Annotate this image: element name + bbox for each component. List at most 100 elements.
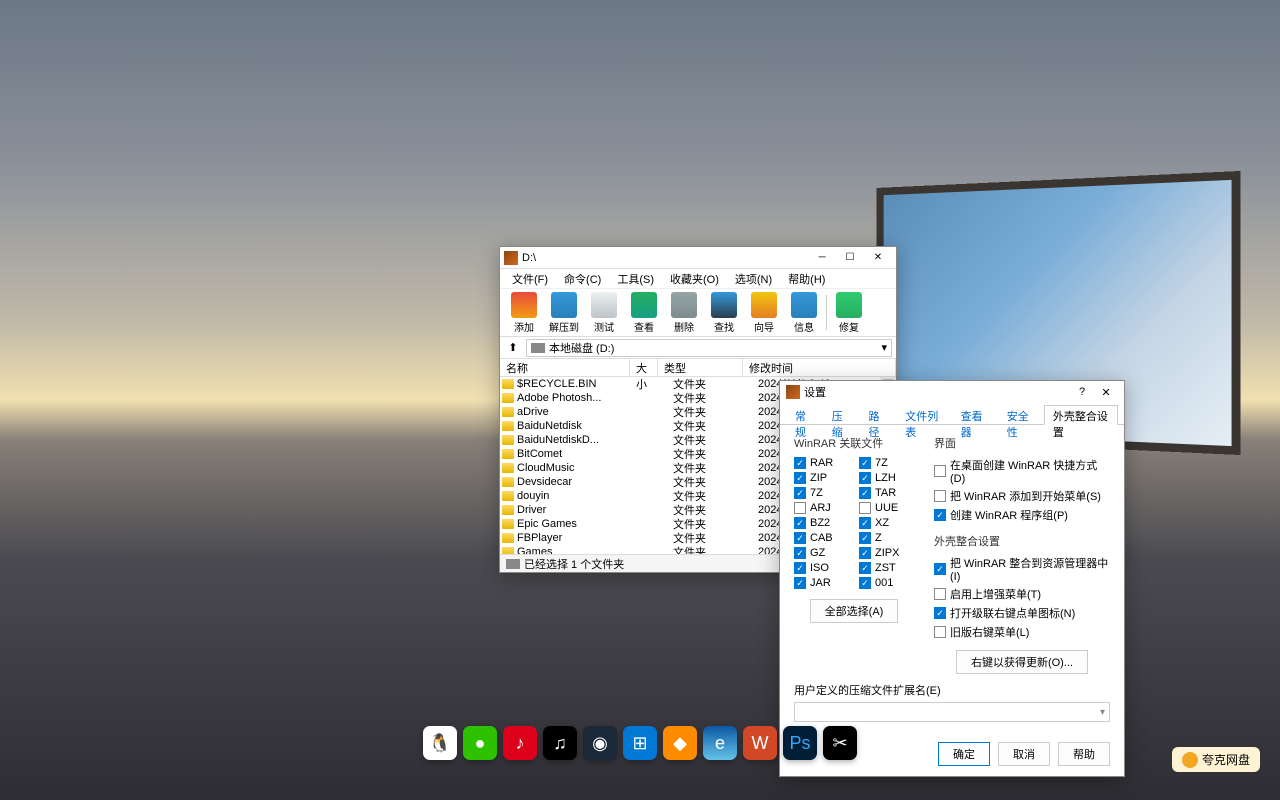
tool-解压到[interactable]: 解压到	[544, 291, 584, 334]
checkbox-CAB[interactable]: ✓CAB	[794, 532, 849, 544]
checkbox-BZ2[interactable]: ✓BZ2	[794, 517, 849, 529]
tool-向导[interactable]: 向导	[744, 291, 784, 334]
checkbox-box: ✓	[934, 607, 946, 619]
tool-label: 信息	[794, 319, 814, 334]
checkbox-label: XZ	[875, 517, 889, 529]
checkbox-label: ZIPX	[875, 547, 899, 559]
col-size[interactable]: 大小	[630, 359, 658, 376]
file-name: aDrive	[517, 406, 645, 418]
tab-3[interactable]: 文件列表	[896, 405, 951, 424]
checkbox-label: BZ2	[810, 517, 830, 529]
taskbar-app[interactable]: ●	[463, 726, 497, 760]
checkbox-TAR[interactable]: ✓TAR	[859, 487, 914, 499]
group-shell-label: 外壳整合设置	[934, 533, 1110, 549]
settings-close-button[interactable]: ✕	[1094, 386, 1118, 399]
select-all-button[interactable]: 全部选择(A)	[810, 599, 899, 623]
desktop-cloud-label[interactable]: 夸克网盘	[1172, 747, 1260, 772]
checkbox-Z[interactable]: ✓Z	[859, 532, 914, 544]
help-button-footer[interactable]: 帮助	[1058, 742, 1110, 766]
settings-titlebar[interactable]: 设置 ? ✕	[780, 381, 1124, 403]
checkbox-ISO[interactable]: ✓ISO	[794, 562, 849, 574]
checkbox-box: ✓	[794, 562, 806, 574]
tool-label: 解压到	[549, 319, 579, 334]
menu-item[interactable]: 命令(C)	[556, 269, 609, 288]
menu-item[interactable]: 文件(F)	[504, 269, 556, 288]
col-name[interactable]: 名称	[500, 359, 630, 376]
file-list-header[interactable]: 名称 大小 类型 修改时间	[500, 359, 896, 377]
tool-查看[interactable]: 查看	[624, 291, 664, 334]
folder-icon	[502, 519, 514, 529]
menu-item[interactable]: 选项(N)	[727, 269, 780, 288]
checkbox-把 WinRAR 添加到开始菜单(S)[interactable]: 把 WinRAR 添加到开始菜单(S)	[934, 488, 1110, 504]
tab-1[interactable]: 压缩	[823, 405, 860, 424]
tab-5[interactable]: 安全性	[998, 405, 1044, 424]
checkbox-box	[934, 626, 946, 638]
taskbar-app[interactable]: 🐧	[423, 726, 457, 760]
tool-信息[interactable]: 信息	[784, 291, 824, 334]
checkbox-label: 7Z	[810, 487, 823, 499]
tool-删除[interactable]: 删除	[664, 291, 704, 334]
checkbox-ZIP[interactable]: ✓ZIP	[794, 472, 849, 484]
checkbox-在桌面创建 WinRAR 快捷方式(D)[interactable]: 在桌面创建 WinRAR 快捷方式(D)	[934, 457, 1110, 485]
ok-button[interactable]: 确定	[938, 742, 990, 766]
menu-item[interactable]: 收藏夹(O)	[662, 269, 727, 288]
col-type[interactable]: 类型	[658, 359, 743, 376]
checkbox-ARJ[interactable]: ARJ	[794, 502, 849, 514]
checkbox-box: ✓	[859, 457, 871, 469]
context-button[interactable]: 右键以获得更新(O)...	[956, 650, 1088, 674]
minimize-button[interactable]: ─	[808, 248, 836, 268]
up-button[interactable]: ⬆	[504, 339, 522, 357]
checkbox-label: 7Z	[875, 457, 888, 469]
tab-6[interactable]: 外壳整合设置	[1044, 405, 1118, 425]
taskbar-app[interactable]: ◉	[583, 726, 617, 760]
tool-查找[interactable]: 查找	[704, 291, 744, 334]
cancel-button[interactable]: 取消	[998, 742, 1050, 766]
tool-测试[interactable]: 测试	[584, 291, 624, 334]
checkbox-旧版右键菜单(L)[interactable]: 旧版右键菜单(L)	[934, 624, 1110, 640]
checkbox-ZST[interactable]: ✓ZST	[859, 562, 914, 574]
checkbox-把 WinRAR 整合到资源管理器中(I)[interactable]: ✓把 WinRAR 整合到资源管理器中(I)	[934, 555, 1110, 583]
col-date[interactable]: 修改时间	[743, 359, 896, 376]
taskbar-app[interactable]: ♪	[503, 726, 537, 760]
checkbox-RAR[interactable]: ✓RAR	[794, 457, 849, 469]
checkbox-7Z[interactable]: ✓7Z	[794, 487, 849, 499]
tool-label: 测试	[594, 319, 614, 334]
taskbar-app[interactable]: e	[703, 726, 737, 760]
checkbox-UUE[interactable]: UUE	[859, 502, 914, 514]
group-assoc-label: WinRAR 关联文件	[794, 435, 914, 451]
help-button[interactable]: ?	[1070, 386, 1094, 398]
tab-4[interactable]: 查看器	[952, 405, 998, 424]
checkbox-001[interactable]: ✓001	[859, 577, 914, 589]
taskbar-app[interactable]: ◆	[663, 726, 697, 760]
tool-修复[interactable]: 修复	[829, 291, 869, 334]
menu-item[interactable]: 帮助(H)	[780, 269, 833, 288]
checkbox-box	[859, 502, 871, 514]
menu-item[interactable]: 工具(S)	[609, 269, 662, 288]
taskbar-app[interactable]: Ps	[783, 726, 817, 760]
taskbar-app[interactable]: ✂	[823, 726, 857, 760]
taskbar-app[interactable]: ♫	[543, 726, 577, 760]
maximize-button[interactable]: ☐	[836, 248, 864, 268]
taskbar-app[interactable]: ⊞	[623, 726, 657, 760]
taskbar-app[interactable]: W	[743, 726, 777, 760]
tool-添加[interactable]: 添加	[504, 291, 544, 334]
checkbox-GZ[interactable]: ✓GZ	[794, 547, 849, 559]
checkbox-打开级联右键点单图标(N)[interactable]: ✓打开级联右键点单图标(N)	[934, 605, 1110, 621]
tab-0[interactable]: 常规	[786, 405, 823, 424]
path-input[interactable]: 本地磁盘 (D:) ▾	[526, 339, 892, 357]
checkbox-7Z[interactable]: ✓ 7Z	[859, 457, 914, 469]
tool-icon	[836, 292, 862, 318]
checkbox-JAR[interactable]: ✓JAR	[794, 577, 849, 589]
tab-2[interactable]: 路径	[859, 405, 896, 424]
checkbox-box	[934, 588, 946, 600]
checkbox-box: ✓	[859, 577, 871, 589]
file-name: douyin	[517, 490, 645, 502]
winrar-titlebar[interactable]: D:\ ─ ☐ ✕	[500, 247, 896, 269]
checkbox-启用上增强菜单(T)[interactable]: 启用上增强菜单(T)	[934, 586, 1110, 602]
checkbox-创建 WinRAR 程序组(P)[interactable]: ✓创建 WinRAR 程序组(P)	[934, 507, 1110, 523]
checkbox-ZIPX[interactable]: ✓ZIPX	[859, 547, 914, 559]
checkbox-LZH[interactable]: ✓LZH	[859, 472, 914, 484]
close-button[interactable]: ✕	[864, 248, 892, 268]
checkbox-XZ[interactable]: ✓XZ	[859, 517, 914, 529]
ext-field-input[interactable]: ▾	[794, 702, 1110, 722]
